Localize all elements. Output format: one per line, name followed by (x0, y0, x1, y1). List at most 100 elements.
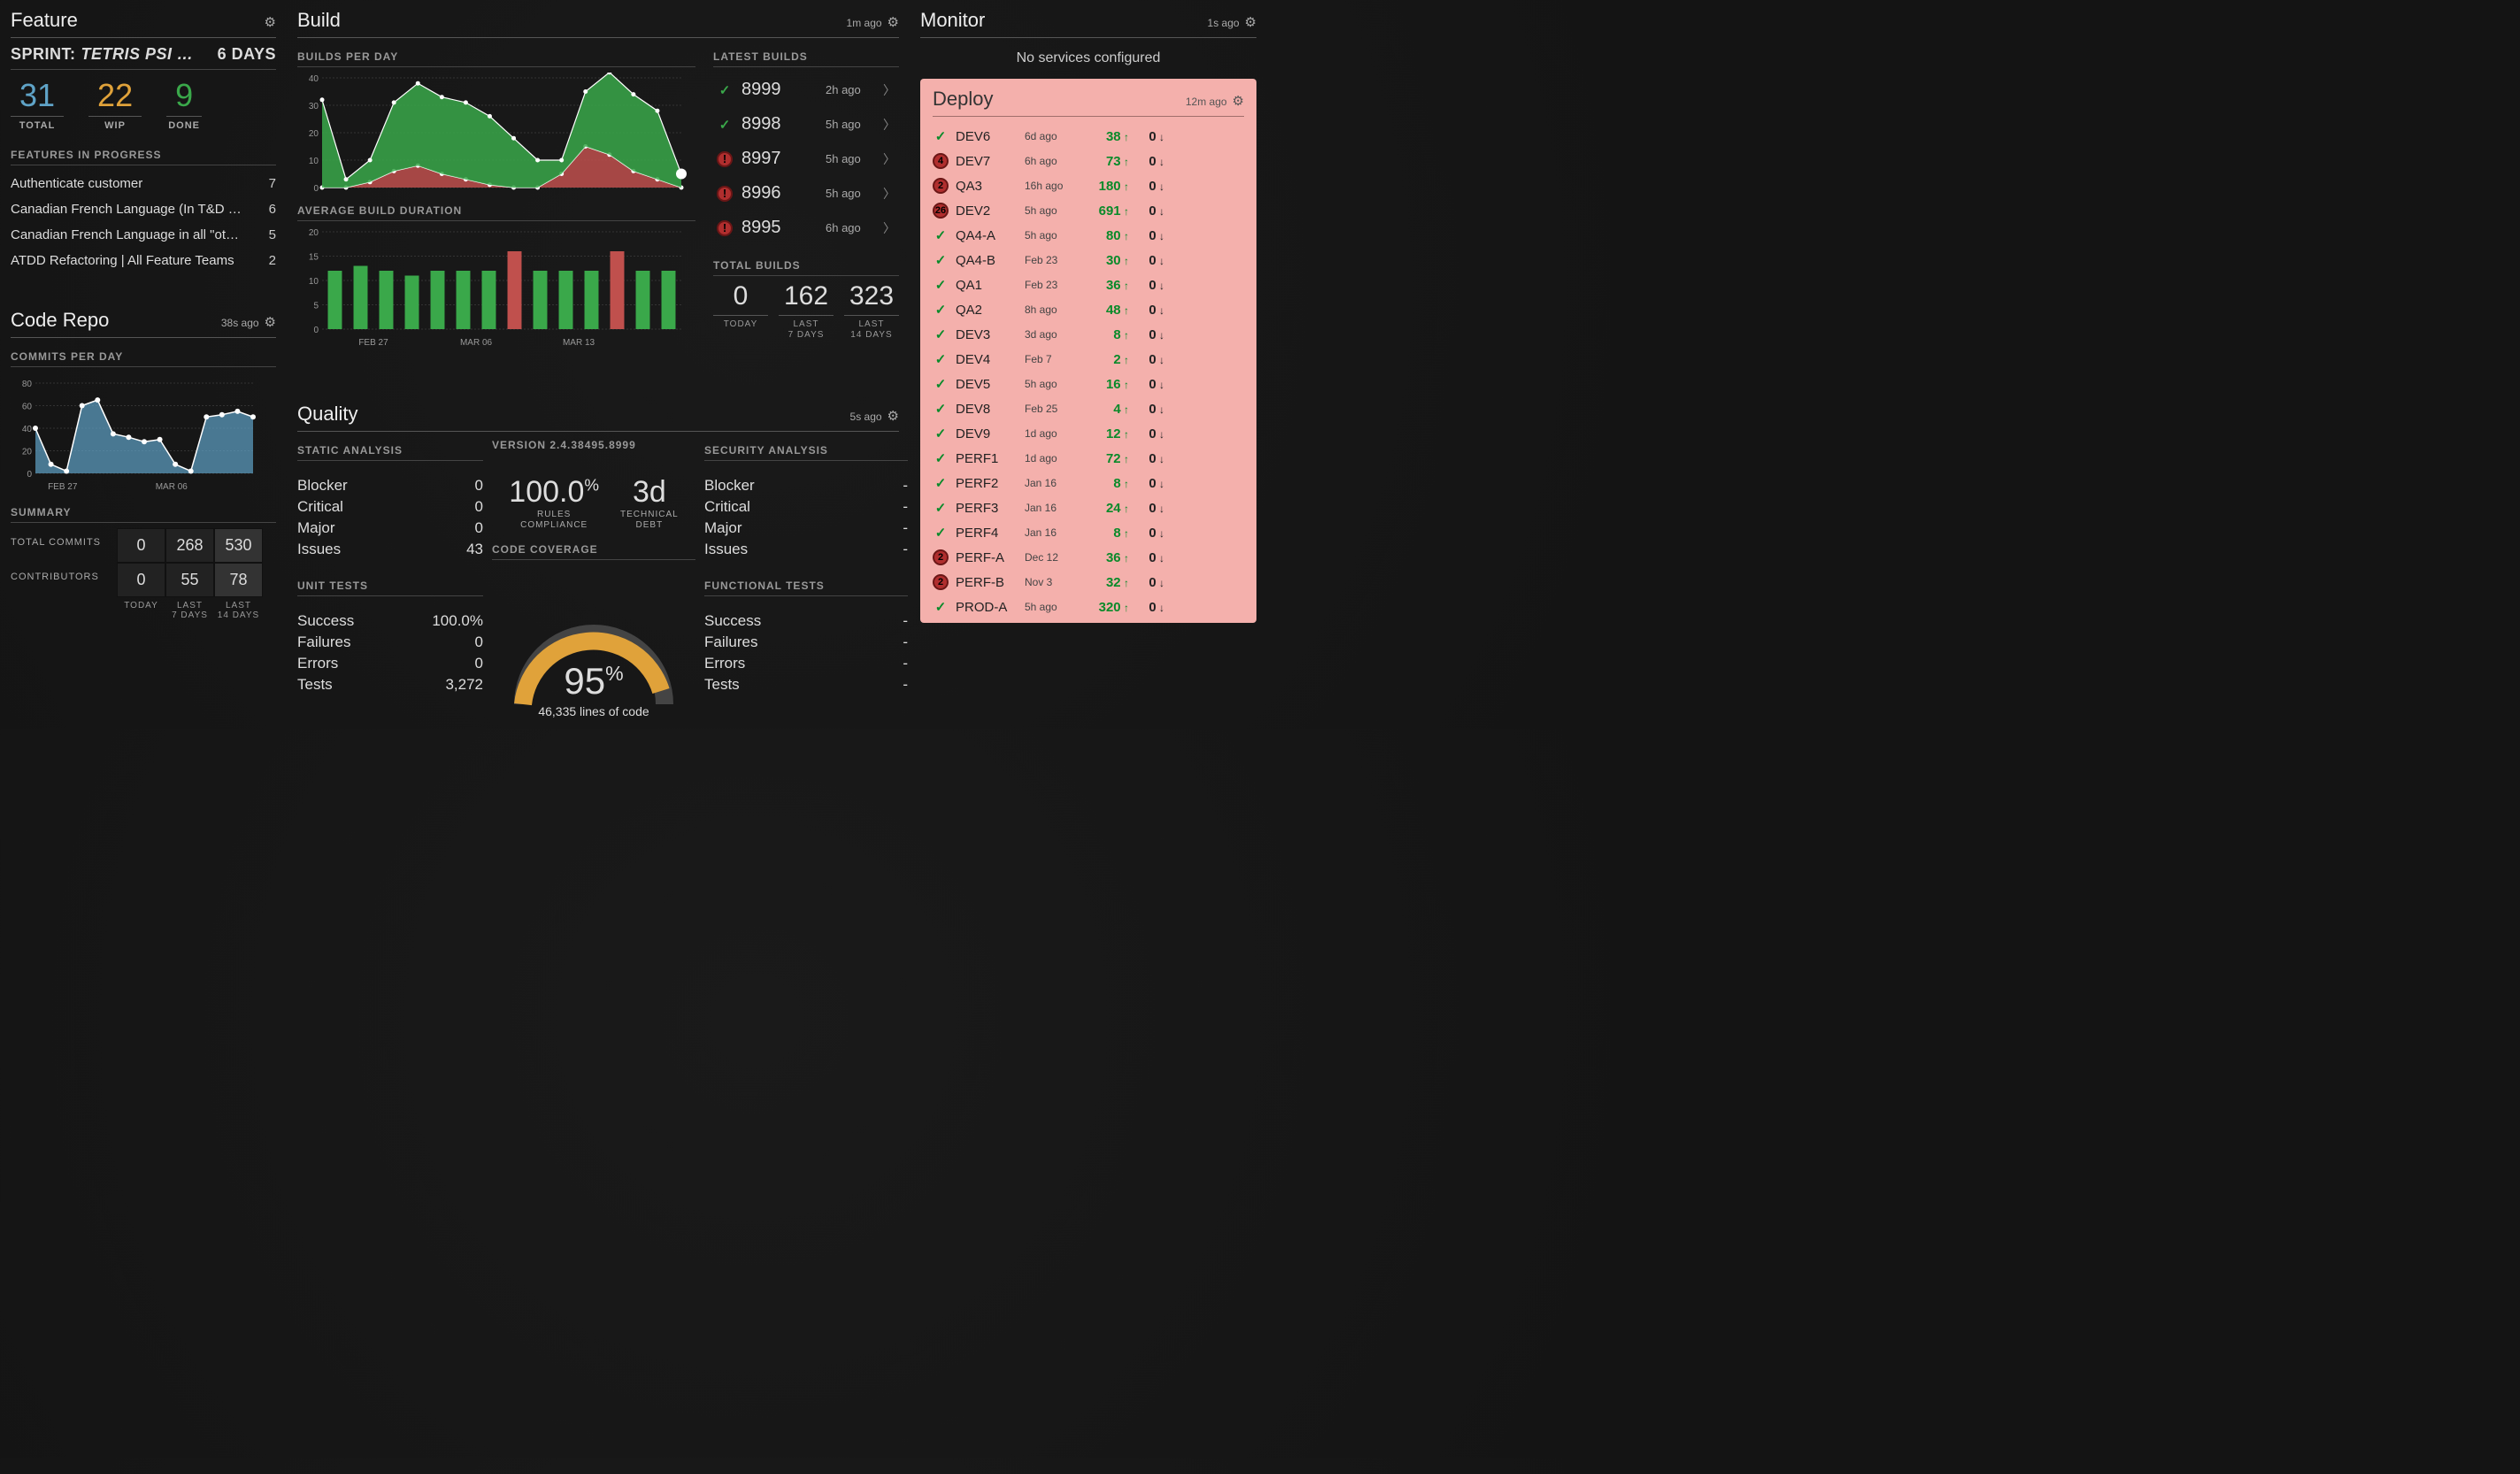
deploy-row[interactable]: ✓QA4-BFeb 23300 (933, 248, 1244, 273)
feature-row[interactable]: Canadian French Language in all "ot…5 (11, 222, 276, 248)
deploy-row[interactable]: 2PERF-ADec 12360 (933, 545, 1244, 570)
deploy-row[interactable]: ✓PERF3Jan 16240 (933, 495, 1244, 520)
check-icon: ✓ (933, 227, 949, 243)
svg-text:40: 40 (309, 74, 319, 84)
deploy-row[interactable]: ✓PERF11d ago720 (933, 446, 1244, 471)
static-analysis-label: STATIC ANALYSIS (297, 444, 483, 461)
metric-row: Critical- (704, 496, 908, 518)
builds-per-day-chart: 010203040 (297, 73, 695, 199)
coverage-loc: 46,335 lines of code (505, 704, 682, 718)
metric-row: Issues43 (297, 539, 483, 560)
metric-row: Major0 (297, 518, 483, 539)
build-row[interactable]: !89975h ago〉 (713, 142, 899, 176)
metric-row: Blocker0 (297, 475, 483, 496)
svg-text:5: 5 (313, 302, 319, 311)
deploy-row[interactable]: ✓PROD-A5h ago3200 (933, 595, 1244, 619)
gear-icon[interactable]: ⚙ (265, 14, 276, 30)
gear-icon[interactable]: ⚙ (1245, 14, 1256, 30)
commits-per-day-label: COMMITS PER DAY (11, 350, 276, 367)
check-icon: ✓ (933, 599, 949, 615)
feature-row[interactable]: ATDD Refactoring | All Feature Teams2 (11, 248, 276, 273)
functional-tests-label: FUNCTIONAL TESTS (704, 580, 908, 596)
check-icon: ✓ (933, 252, 949, 268)
svg-text:FEB 27: FEB 27 (358, 338, 388, 348)
deploy-row[interactable]: ✓DEV91d ago120 (933, 421, 1244, 446)
deploy-row[interactable]: ✓DEV66d ago380 (933, 124, 1244, 149)
deploy-row[interactable]: ✓QA1Feb 23360 (933, 273, 1244, 297)
total-commits-today: 0 (117, 528, 165, 563)
builds-per-day-label: BUILDS PER DAY (297, 50, 695, 67)
stat-wip-label: WIP (88, 120, 142, 131)
deploy-row[interactable]: ✓DEV33d ago80 (933, 322, 1244, 347)
svg-text:MAR 13: MAR 13 (563, 338, 595, 348)
latest-builds-label: LATEST BUILDS (713, 50, 899, 67)
gear-icon[interactable]: ⚙ (265, 314, 276, 330)
col-last14: LAST 14 DAYS (214, 597, 263, 620)
alert-icon: ! (717, 151, 733, 167)
code-repo-ago: 38s ago (221, 317, 259, 329)
build-row[interactable]: ✓89985h ago〉 (713, 107, 899, 142)
deploy-row[interactable]: 4DEV76h ago730 (933, 149, 1244, 173)
deploy-panel: Deploy 12m ago ⚙ ✓DEV66d ago3804DEV76h a… (920, 79, 1256, 623)
monitor-message: No services configured (920, 45, 1256, 75)
quality-ago: 5s ago (850, 411, 882, 423)
check-icon: ✓ (933, 326, 949, 342)
metric-row: Success- (704, 610, 908, 632)
feature-stat-row: 31TOTAL 22WIP 9DONE (11, 77, 276, 131)
deploy-row[interactable]: ✓PERF4Jan 1680 (933, 520, 1244, 545)
deploy-row[interactable]: ✓DEV4Feb 720 (933, 347, 1244, 372)
build-row[interactable]: ✓89992h ago〉 (713, 73, 899, 107)
functional-tests-values: Success-Failures-Errors-Tests- (704, 610, 908, 713)
col-today: TODAY (117, 597, 165, 620)
feature-row[interactable]: Authenticate customer7 (11, 171, 276, 196)
svg-text:0: 0 (27, 470, 32, 480)
svg-text:10: 10 (309, 157, 319, 166)
deploy-row[interactable]: ✓DEV8Feb 2540 (933, 396, 1244, 421)
summary-label: SUMMARY (11, 506, 276, 523)
chevron-right-icon: 〉 (883, 150, 895, 168)
chevron-right-icon: 〉 (883, 219, 895, 237)
build-row[interactable]: !89956h ago〉 (713, 211, 899, 245)
contributors-last14: 78 (214, 563, 263, 597)
deploy-row[interactable]: 2PERF-BNov 3320 (933, 570, 1244, 595)
metric-row: Failures- (704, 632, 908, 653)
avg-build-duration-chart: 05101520FEB 27MAR 06MAR 13 (297, 226, 695, 353)
sprint-prefix: SPRINT: (11, 45, 76, 64)
stat-total-label: TOTAL (11, 120, 64, 131)
svg-text:40: 40 (22, 425, 33, 434)
feature-row[interactable]: Canadian French Language (In T&D …6 (11, 196, 276, 222)
total-commits-label: TOTAL COMMITS (11, 528, 117, 563)
metric-row: Errors- (704, 653, 908, 674)
sprint-days: 6 DAYS (218, 45, 276, 64)
svg-text:10: 10 (309, 277, 319, 287)
alert-icon: ! (717, 186, 733, 202)
check-icon: ✓ (933, 426, 949, 441)
summary-grid: TOTAL COMMITS 0 268 530 CONTRIBUTORS 0 5… (11, 528, 276, 620)
contributors-today: 0 (117, 563, 165, 597)
deploy-row[interactable]: ✓PERF2Jan 1680 (933, 471, 1244, 495)
unit-tests-values: Success100.0%Failures0Errors0Tests3,272 (297, 610, 483, 713)
coverage-pct: 95 (564, 660, 605, 702)
gear-icon[interactable]: ⚙ (1233, 93, 1244, 109)
metric-row: Major- (704, 518, 908, 539)
gear-icon[interactable]: ⚙ (887, 14, 899, 30)
features-in-progress-label: FEATURES IN PROGRESS (11, 149, 276, 165)
gear-icon[interactable]: ⚙ (887, 408, 899, 424)
svg-text:FEB 27: FEB 27 (48, 482, 78, 492)
latest-builds-list: ✓89992h ago〉✓89985h ago〉!89975h ago〉!899… (713, 73, 899, 245)
chevron-right-icon: 〉 (883, 116, 895, 134)
error-badge-icon: 2 (933, 574, 949, 590)
svg-text:30: 30 (309, 102, 319, 111)
deploy-row[interactable]: ✓QA4-A5h ago800 (933, 223, 1244, 248)
deploy-row[interactable]: 2QA316h ago1800 (933, 173, 1244, 198)
contributors-last7: 55 (165, 563, 214, 597)
build-row[interactable]: !89965h ago〉 (713, 176, 899, 211)
deploy-row[interactable]: 26DEV25h ago6910 (933, 198, 1244, 223)
monitor-title: Monitor 1s ago ⚙ (920, 9, 1256, 38)
rules-compliance-label: RULES COMPLIANCE (509, 510, 599, 531)
deploy-row[interactable]: ✓DEV55h ago160 (933, 372, 1244, 396)
deploy-list: ✓DEV66d ago3804DEV76h ago7302QA316h ago1… (933, 124, 1244, 619)
metric-row: Failures0 (297, 632, 483, 653)
static-analysis-values: Blocker0Critical0Major0Issues43 (297, 475, 483, 565)
deploy-row[interactable]: ✓QA28h ago480 (933, 297, 1244, 322)
